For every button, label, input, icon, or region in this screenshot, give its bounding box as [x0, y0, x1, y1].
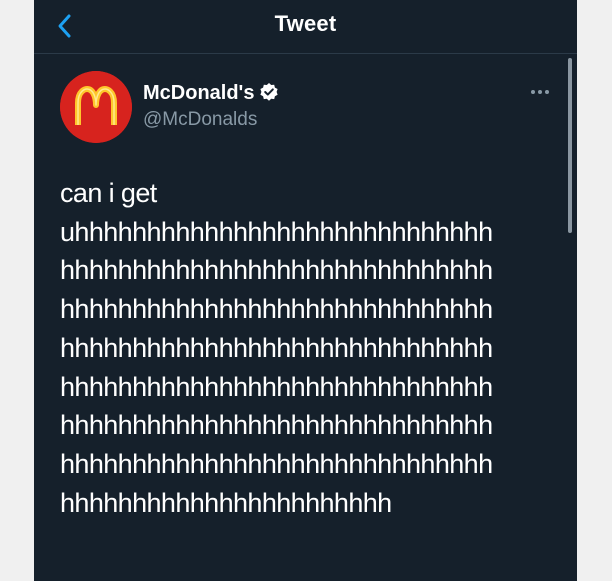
top-nav-bar: Tweet: [34, 0, 577, 54]
author-handle[interactable]: @McDonalds: [143, 109, 257, 131]
verified-badge-icon: [259, 82, 279, 108]
more-dots-icon: [531, 90, 549, 94]
tweet-text: can i get uhhhhhhhhhhhhhhhhhhhhhhhhhhhhh…: [60, 178, 493, 518]
page-title: Tweet: [274, 11, 337, 36]
author-name[interactable]: McDonald's: [143, 82, 254, 104]
scrollbar[interactable]: [568, 58, 572, 233]
mcdonalds-logo-icon: [60, 71, 132, 143]
author-name-row[interactable]: McDonald's: [143, 82, 279, 108]
avatar[interactable]: [60, 71, 132, 143]
tweet-screen: Tweet McDonald's @McDonalds can i get uh…: [34, 0, 577, 581]
more-options-button[interactable]: [528, 84, 552, 100]
